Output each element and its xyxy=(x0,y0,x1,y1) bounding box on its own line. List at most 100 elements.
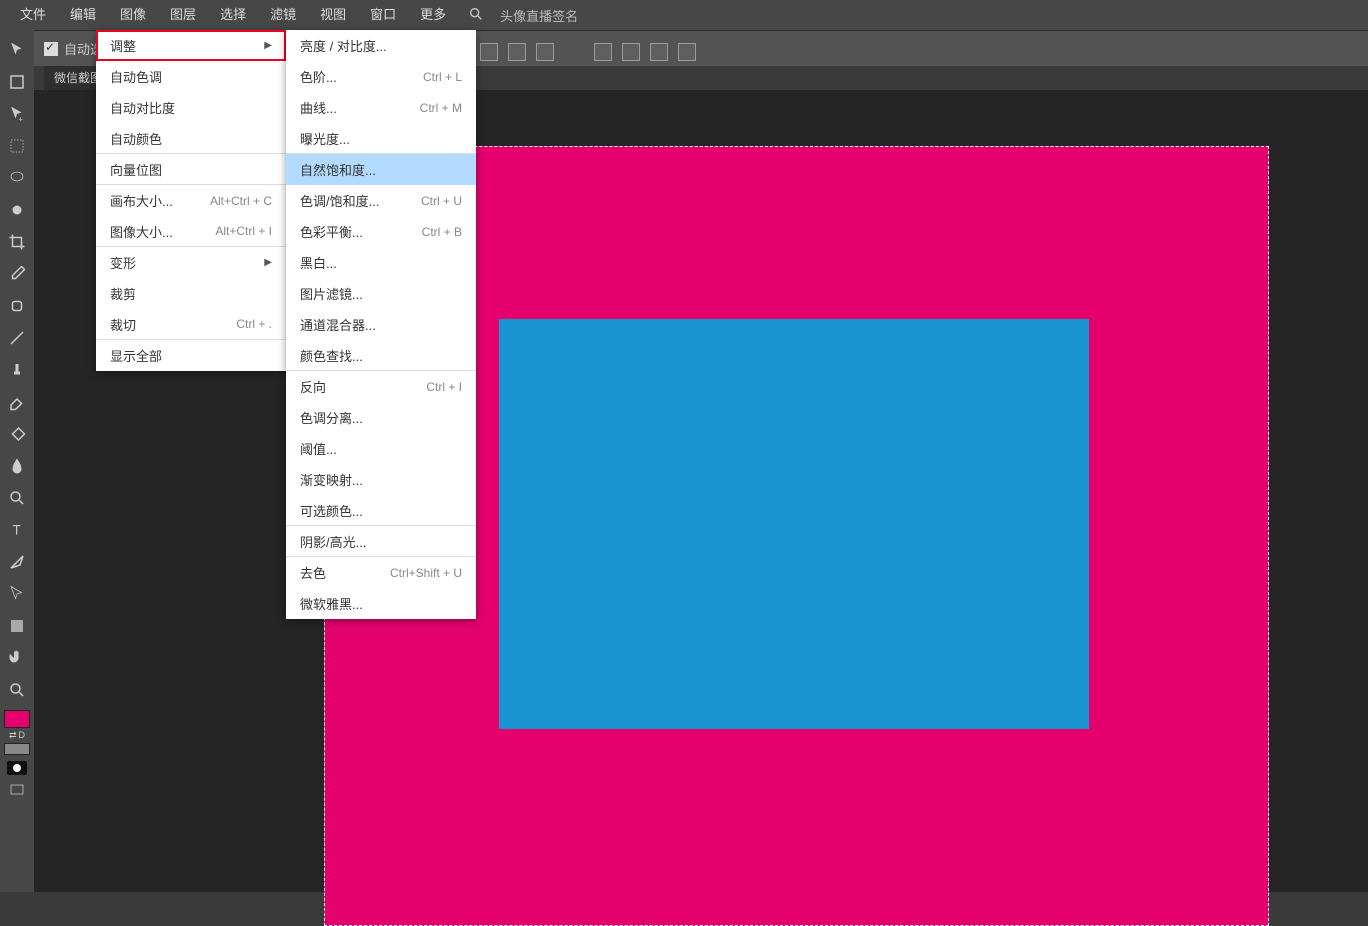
path-select-icon[interactable] xyxy=(2,579,32,609)
menu-item[interactable]: 色彩平衡...Ctrl + B xyxy=(286,216,476,247)
menu-item-label: 自然饱和度... xyxy=(300,160,376,179)
menu-item[interactable]: 自然饱和度... xyxy=(286,154,476,185)
artboard-tool-icon[interactable] xyxy=(2,67,32,97)
menu-item-label: 通道混合器... xyxy=(300,315,376,334)
menu-item[interactable]: 去色Ctrl+Shift + U xyxy=(286,557,476,588)
alignment-icons xyxy=(480,34,696,70)
submenu-arrow-icon: ▶ xyxy=(264,257,272,268)
lasso-tool-icon[interactable] xyxy=(2,163,32,193)
menu-item[interactable]: 微软雅黑... xyxy=(286,588,476,619)
menu-item[interactable]: 自动对比度 xyxy=(96,92,286,123)
brush-tool-icon[interactable] xyxy=(2,323,32,353)
menu-item[interactable]: 图像大小...Alt+Ctrl + I xyxy=(96,216,286,247)
menu-item-label: 色调/饱和度... xyxy=(300,191,379,210)
menu-item[interactable]: 图片滤镜... xyxy=(286,278,476,309)
distribute-icon[interactable] xyxy=(622,43,640,61)
menu-item[interactable]: 颜色查找... xyxy=(286,340,476,371)
menu-item-label: 黑白... xyxy=(300,253,337,272)
autoselect-checkbox[interactable] xyxy=(44,42,58,56)
swap-default-icons[interactable]: ⇄D xyxy=(9,730,25,741)
menu-item[interactable]: 画布大小...Alt+Ctrl + C xyxy=(96,185,286,216)
screenmode-icon[interactable] xyxy=(2,776,32,806)
menu-item[interactable]: 渐变映射... xyxy=(286,464,476,495)
blue-rectangle-layer xyxy=(499,319,1089,729)
menu-item-label: 图片滤镜... xyxy=(300,284,363,303)
menu-item-label: 显示全部 xyxy=(110,346,162,365)
menu-more[interactable]: 更多 xyxy=(408,0,458,30)
menu-item[interactable]: 通道混合器... xyxy=(286,309,476,340)
menu-item-label: 可选颜色... xyxy=(300,501,363,520)
menu-item[interactable]: 向量位图 xyxy=(96,154,286,185)
eraser-tool-icon[interactable] xyxy=(2,387,32,417)
menu-item[interactable]: 阴影/高光... xyxy=(286,526,476,557)
menu-item-label: 曲线... xyxy=(300,98,337,117)
align-icon[interactable] xyxy=(536,43,554,61)
quickmask-icon[interactable] xyxy=(7,761,27,775)
menu-item[interactable]: 变形▶ xyxy=(96,247,286,278)
menubar: 文件 编辑 图像 图层 选择 滤镜 视图 窗口 更多 头像直播签名 xyxy=(0,0,1368,30)
background-color-swatch[interactable] xyxy=(4,743,30,755)
menu-item[interactable]: 黑白... xyxy=(286,247,476,278)
move-tool-icon[interactable] xyxy=(2,35,32,65)
menu-item[interactable]: 曝光度... xyxy=(286,123,476,154)
type-tool-icon[interactable]: T xyxy=(2,515,32,545)
heal-tool-icon[interactable] xyxy=(2,291,32,321)
menu-item[interactable]: 亮度 / 对比度... xyxy=(286,30,476,61)
crop-tool-icon[interactable] xyxy=(2,227,32,257)
menu-item[interactable]: 曲线... Ctrl + M xyxy=(286,92,476,123)
menu-item[interactable]: 自动颜色 xyxy=(96,123,286,154)
menu-item-label: 阴影/高光... xyxy=(300,532,366,551)
menu-edit[interactable]: 编辑 xyxy=(58,0,108,30)
adjustments-submenu: 亮度 / 对比度...色阶...Ctrl + L 曲线... Ctrl + M 曝光度… xyxy=(286,30,476,619)
menu-select[interactable]: 选择 xyxy=(208,0,258,30)
menu-item[interactable]: 显示全部 xyxy=(96,340,286,371)
branding-text: 头像直播签名 xyxy=(500,6,578,25)
menu-image[interactable]: 图像 xyxy=(108,0,158,30)
menu-item-label: 去色 xyxy=(300,563,326,582)
tools-toolbar: + T ⇄D xyxy=(0,30,34,892)
menu-item[interactable]: 裁剪 xyxy=(96,278,286,309)
menu-filter[interactable]: 滤镜 xyxy=(258,0,308,30)
distribute-icon[interactable] xyxy=(594,43,612,61)
menu-view[interactable]: 视图 xyxy=(308,0,358,30)
menu-item-label: 图像大小... xyxy=(110,222,173,241)
menu-item[interactable]: 色调分离... xyxy=(286,402,476,433)
foreground-color-swatch[interactable] xyxy=(4,710,30,728)
zoom-tool-icon[interactable] xyxy=(2,675,32,705)
blur-tool-icon[interactable] xyxy=(2,451,32,481)
menu-layer[interactable]: 图层 xyxy=(158,0,208,30)
menu-item-shortcut: Ctrl + I xyxy=(426,380,462,394)
pen-tool-icon[interactable] xyxy=(2,547,32,577)
menu-item[interactable]: 裁切Ctrl + . xyxy=(96,309,286,340)
menu-item-shortcut: Ctrl + M xyxy=(420,101,462,115)
menu-item[interactable]: 色阶...Ctrl + L xyxy=(286,61,476,92)
align-icon[interactable] xyxy=(480,43,498,61)
menu-item-label: 向量位图 xyxy=(110,160,162,179)
menu-item-shortcut: Alt+Ctrl + C xyxy=(210,194,272,208)
menu-item[interactable]: 调整▶ xyxy=(96,30,286,61)
stamp-tool-icon[interactable] xyxy=(2,355,32,385)
menu-item-label: 色彩平衡... xyxy=(300,222,363,241)
direct-select-icon[interactable]: + xyxy=(2,99,32,129)
menu-item-label: 自动对比度 xyxy=(110,98,175,117)
menu-item[interactable]: 自动色调 xyxy=(96,61,286,92)
align-icon[interactable] xyxy=(508,43,526,61)
menu-file[interactable]: 文件 xyxy=(8,0,58,30)
distribute-icon[interactable] xyxy=(678,43,696,61)
menu-item-shortcut: Ctrl + . xyxy=(236,317,272,331)
dodge-tool-icon[interactable] xyxy=(2,483,32,513)
quickselect-tool-icon[interactable] xyxy=(2,195,32,225)
menu-item[interactable]: 反向Ctrl + I xyxy=(286,371,476,402)
distribute-icon[interactable] xyxy=(650,43,668,61)
hand-tool-icon[interactable] xyxy=(2,643,32,673)
menu-item[interactable]: 色调/饱和度...Ctrl + U xyxy=(286,185,476,216)
marquee-tool-icon[interactable] xyxy=(2,131,32,161)
shape-tool-icon[interactable] xyxy=(2,611,32,641)
menu-item[interactable]: 可选颜色... xyxy=(286,495,476,526)
menu-window[interactable]: 窗口 xyxy=(358,0,408,30)
bucket-tool-icon[interactable] xyxy=(2,419,32,449)
search-icon[interactable] xyxy=(468,6,484,25)
menu-item[interactable]: 阈值... xyxy=(286,433,476,464)
eyedropper-tool-icon[interactable] xyxy=(2,259,32,289)
menu-item-shortcut: Ctrl + L xyxy=(423,70,462,84)
